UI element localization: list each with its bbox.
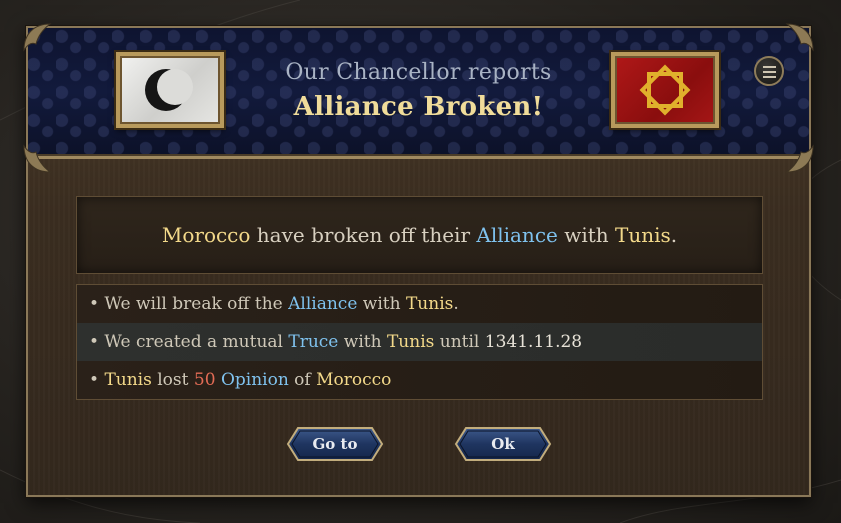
effect-row: • We created a mutual Truce with Tunis u…	[77, 323, 762, 361]
ok-button-label: Ok	[491, 435, 515, 453]
corner-ornament-top-right	[785, 23, 814, 52]
effect-text: .	[453, 294, 459, 314]
effect-row: • We will break off the Alliance with Tu…	[77, 285, 762, 323]
message-text: .	[670, 223, 678, 247]
country-name-tunis[interactable]: Tunis	[387, 332, 434, 352]
effect-text: lost	[151, 370, 194, 390]
message-text: with	[557, 223, 616, 247]
menu-line	[763, 76, 776, 78]
country-flag-tunis[interactable]	[611, 52, 719, 128]
effects-list: • We will break off the Alliance with Tu…	[76, 284, 763, 400]
opinion-link[interactable]: Opinion	[221, 370, 289, 390]
effect-text: until	[434, 332, 485, 352]
menu-line	[763, 66, 776, 68]
dialog-header: Our Chancellor reports Alliance Broken!	[28, 28, 809, 159]
effect-text: with	[357, 294, 406, 314]
country-name-morocco[interactable]: Morocco	[162, 223, 251, 247]
event-message: Morocco have broken off their Alliance w…	[76, 196, 763, 274]
goto-button-label: Go to	[312, 435, 358, 453]
corner-ornament-mid-left	[23, 144, 52, 173]
bullet: •	[89, 332, 100, 352]
goto-button[interactable]: Go to	[286, 426, 384, 462]
effect-text: of	[288, 370, 317, 390]
corner-ornament-top-left	[23, 23, 52, 52]
opinion-change-value: 50	[193, 370, 216, 390]
relation-link-alliance[interactable]: Alliance	[288, 294, 357, 314]
effect-row: • Tunis lost 50 Opinion of Morocco	[77, 361, 762, 399]
country-name-morocco[interactable]: Morocco	[316, 370, 391, 390]
corner-ornament-mid-right	[785, 144, 814, 173]
menu-line	[763, 71, 776, 73]
effect-text: We created a mutual	[99, 332, 289, 352]
relation-link-alliance[interactable]: Alliance	[476, 223, 557, 247]
event-dialog: Our Chancellor reports Alliance Broken! …	[23, 23, 814, 497]
bullet: •	[89, 294, 100, 314]
menu-button[interactable]	[754, 56, 784, 86]
bullet: •	[89, 370, 100, 390]
country-name-tunis[interactable]: Tunis	[104, 370, 151, 390]
octagram-star-icon	[639, 64, 691, 116]
message-text: have broken off their	[250, 223, 477, 247]
relation-link-truce[interactable]: Truce	[288, 332, 338, 352]
truce-end-date: 1341.11.28	[484, 332, 583, 352]
ok-button[interactable]: Ok	[454, 426, 552, 462]
country-name-tunis[interactable]: Tunis	[615, 223, 671, 247]
country-name-tunis[interactable]: Tunis	[406, 294, 453, 314]
effect-text: with	[338, 332, 387, 352]
effect-text: We will break off the	[99, 294, 289, 314]
